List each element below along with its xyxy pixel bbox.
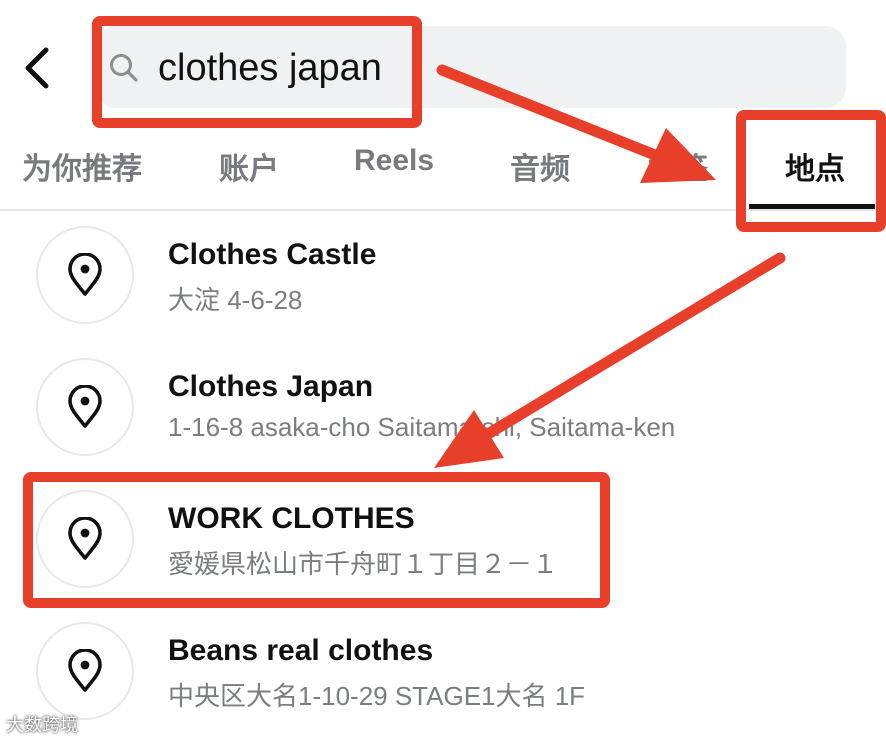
place-result-row[interactable]: WORK CLOTHES 愛媛県松山市千舟町１丁目２－１	[0, 474, 886, 606]
watermark: 大数跨境	[6, 715, 78, 735]
place-address: 1-16-8 asaka-cho Saitama-shi, Saitama-ke…	[168, 412, 676, 442]
tab-for-you[interactable]: 为你推荐	[22, 144, 142, 188]
location-pin-icon	[36, 226, 134, 324]
tab-tags[interactable]: 标签	[648, 144, 708, 188]
place-name: Beans real clothes	[168, 634, 434, 667]
tab-audio[interactable]: 音频	[510, 144, 570, 188]
search-bar[interactable]: clothes japan	[96, 26, 846, 108]
back-button[interactable]	[14, 40, 60, 96]
location-pin-icon	[36, 622, 134, 720]
search-input[interactable]: clothes japan	[158, 47, 382, 89]
place-address: 中央区大名1-10-29 STAGE1大名 1F	[168, 681, 586, 711]
place-name: WORK CLOTHES	[168, 502, 415, 535]
tab-places[interactable]: 地点	[785, 144, 845, 188]
tab-reels[interactable]: Reels	[354, 144, 434, 178]
place-result-row[interactable]: Clothes Japan 1-16-8 asaka-cho Saitama-s…	[0, 342, 886, 474]
tab-accounts[interactable]: 账户	[219, 144, 279, 188]
search-icon	[110, 54, 138, 82]
tab-bar: 为你推荐 账户 Reels 音频 标签 地点	[0, 128, 886, 210]
chevron-left-icon	[25, 47, 49, 89]
place-result-row[interactable]: Clothes Castle 大淀 4-6-28	[0, 210, 886, 342]
place-name: Clothes Castle	[168, 238, 377, 271]
location-pin-icon	[36, 358, 134, 456]
location-pin-icon	[36, 490, 134, 588]
place-result-row[interactable]: Beans real clothes 中央区大名1-10-29 STAGE1大名…	[0, 606, 886, 738]
place-address: 愛媛県松山市千舟町１丁目２－１	[168, 549, 559, 579]
place-address: 大淀 4-6-28	[168, 285, 303, 315]
place-name: Clothes Japan	[168, 370, 374, 403]
